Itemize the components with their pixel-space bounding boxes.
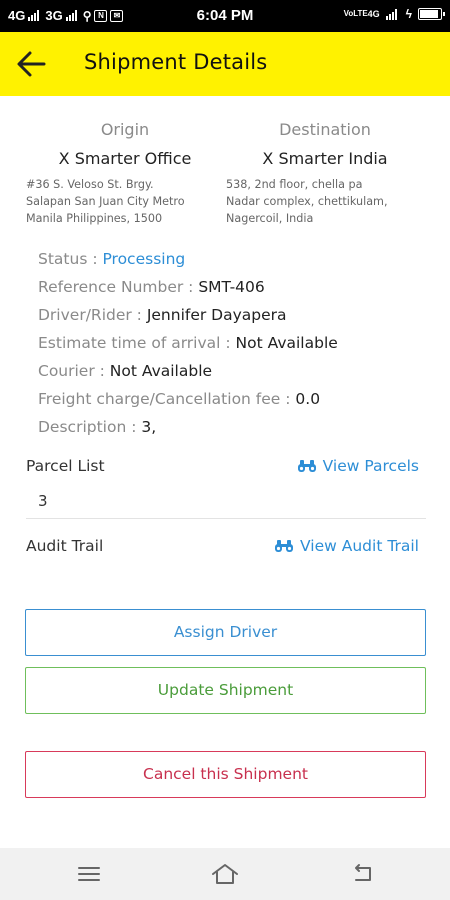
page-title: Shipment Details	[84, 50, 268, 74]
nav-home-button[interactable]	[210, 860, 240, 888]
eta-label: Estimate time of arrival :	[38, 334, 236, 352]
eta-value: Not Available	[235, 334, 338, 352]
courier-label: Courier :	[38, 362, 110, 380]
freight-value: 0.0	[295, 390, 321, 408]
back-icon	[355, 864, 371, 881]
driver-row: Driver/Rider : Jennifer Dayapera	[38, 304, 338, 332]
driver-value: Jennifer Dayapera	[146, 306, 287, 324]
reference-row: Reference Number : SMT-406	[38, 276, 338, 304]
destination-label: Destination	[279, 120, 371, 139]
status-label: Status :	[38, 250, 103, 268]
origin-address: #36 S. Veloso St. Brgy. Salapan San Juan…	[26, 178, 185, 225]
view-audit-trail-label: View Audit Trail	[300, 537, 419, 555]
system-nav-bar	[0, 848, 450, 900]
divider	[26, 518, 426, 519]
view-audit-trail-link[interactable]: View Audit Trail	[274, 537, 419, 555]
signal-icon	[385, 8, 397, 20]
home-icon	[212, 864, 238, 884]
status-right: VoLTE 4G ϟ	[343, 7, 445, 21]
status-row: Status : Processing	[38, 248, 338, 276]
status-bar: 4G 3G ⚲ N ✉ 6:04 PM VoLTE 4G ϟ	[0, 0, 450, 32]
shipment-details: Status : Processing Reference Number : S…	[38, 248, 338, 444]
reference-label: Reference Number :	[38, 278, 199, 296]
charging-icon: ϟ	[405, 7, 412, 21]
update-shipment-button[interactable]: Update Shipment	[25, 667, 426, 714]
cancel-shipment-button[interactable]: Cancel this Shipment	[25, 751, 426, 798]
courier-value: Not Available	[109, 362, 213, 380]
app-bar: Shipment Details	[0, 32, 450, 96]
courier-row: Courier : Not Available	[38, 360, 338, 388]
origin-label: Origin	[100, 120, 150, 139]
back-button[interactable]	[14, 48, 48, 80]
view-parcels-link[interactable]: View Parcels	[297, 457, 419, 475]
binoculars-icon	[275, 540, 294, 552]
description-label: Description :	[38, 418, 142, 436]
freight-row: Freight charge/Cancellation fee : 0.0	[38, 388, 338, 416]
destination-address: 538, 2nd floor, chella pa Nadar complex,…	[226, 178, 388, 225]
nav-menu-button[interactable]	[74, 860, 104, 888]
status-value: Processing	[102, 250, 186, 268]
assign-driver-button[interactable]: Assign Driver	[25, 609, 426, 656]
audit-trail-label: Audit Trail	[26, 537, 104, 555]
origin-name: X Smarter Office	[58, 149, 192, 168]
eta-row: Estimate time of arrival : Not Available	[38, 332, 338, 360]
arrow-left-icon	[17, 51, 46, 77]
menu-icon	[78, 867, 100, 881]
parcel-list-label: Parcel List	[26, 457, 105, 475]
destination-name: X Smarter India	[262, 149, 388, 168]
battery-icon	[418, 8, 445, 20]
reference-value: SMT-406	[198, 278, 265, 296]
description-row: Description : 3,	[38, 416, 338, 444]
nav-back-button[interactable]	[348, 860, 378, 888]
right-network-label: 4G	[367, 9, 380, 19]
freight-label: Freight charge/Cancellation fee :	[38, 390, 296, 408]
view-parcels-label: View Parcels	[322, 457, 419, 475]
description-value: 3,	[141, 418, 157, 436]
binoculars-icon	[297, 460, 316, 472]
driver-label: Driver/Rider :	[38, 306, 147, 324]
parcel-count: 3	[38, 492, 48, 510]
volte-label: VoLTE	[343, 9, 368, 18]
